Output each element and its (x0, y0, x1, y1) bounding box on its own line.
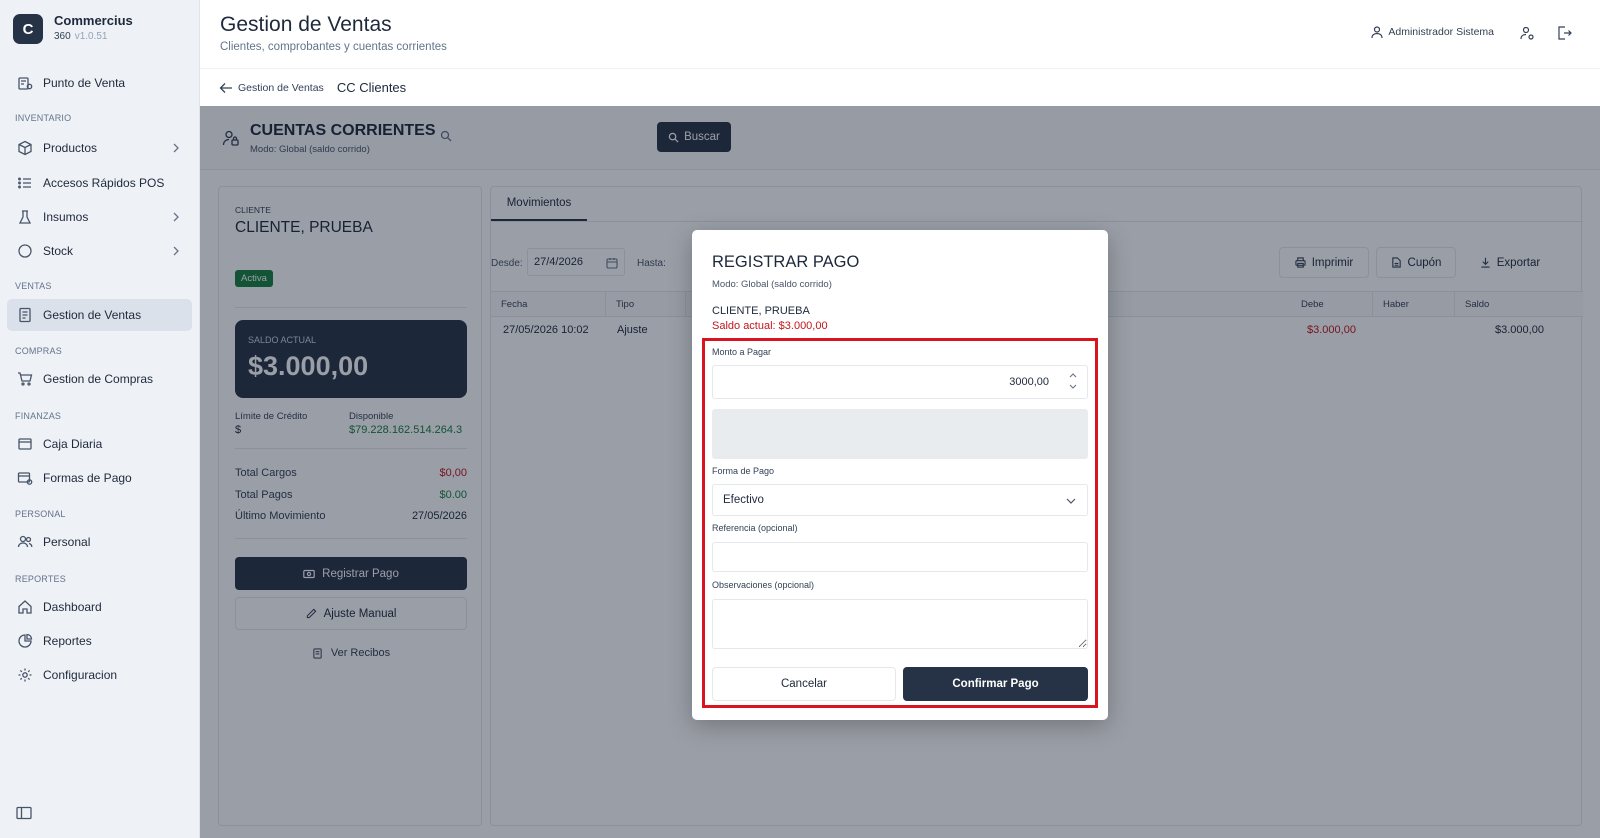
sidebar-item-label: Accesos Rápidos POS (43, 176, 165, 190)
sidebar-item-punto-de-venta[interactable]: Punto de Venta (7, 67, 192, 99)
page-header: Gestion de Ventas Clientes, comprobantes… (200, 0, 1600, 68)
info-placeholder (712, 409, 1088, 459)
sidebar-item-personal[interactable]: Personal (7, 526, 192, 558)
sidebar-item-label: Dashboard (43, 600, 102, 614)
sidebar-item-insumos[interactable]: Insumos (7, 201, 192, 233)
section-personal: PERSONAL (15, 509, 66, 519)
pos-icon (18, 77, 33, 90)
section-finanzas: FINANZAS (15, 411, 62, 421)
user-name: Administrador Sistema (1388, 26, 1494, 38)
amount-label: Monto a Pagar (712, 347, 772, 357)
sidebar-item-label: Personal (43, 535, 91, 549)
section-compras: COMPRAS (15, 346, 62, 356)
user-settings-icon[interactable] (1519, 25, 1535, 41)
receipt-icon (19, 307, 31, 323)
confirm-payment-button[interactable]: Confirmar Pago (903, 667, 1088, 701)
arrow-left-icon[interactable] (219, 81, 233, 95)
notes-label: Observaciones (opcional) (712, 580, 815, 590)
sidebar-item-label: Formas de Pago (43, 471, 132, 485)
sidebar: C Commercius 360 v1.0.51 Punto de Venta I… (0, 0, 200, 838)
user-icon (1371, 26, 1383, 39)
box-icon (18, 140, 32, 156)
sidebar-toggle-icon[interactable] (16, 806, 32, 820)
cash-register-icon (18, 438, 32, 450)
pie-chart-icon (18, 633, 33, 648)
register-payment-modal: REGISTRAR PAGO Modo: Global (saldo corri… (692, 230, 1108, 720)
sidebar-item-label: Configuracion (43, 668, 118, 682)
sidebar-item-gestion-compras[interactable]: Gestion de Compras (7, 363, 192, 395)
list-icon (18, 177, 31, 189)
sidebar-item-productos[interactable]: Productos (7, 132, 192, 164)
brand-name: Commercius (54, 13, 133, 28)
sidebar-item-accesos-rapidos[interactable]: Accesos Rápidos POS (7, 167, 192, 199)
sidebar-item-configuracion[interactable]: Configuracion (7, 659, 192, 691)
sidebar-item-caja-diaria[interactable]: Caja Diaria (7, 428, 192, 460)
circle-icon (18, 244, 32, 258)
users-icon (17, 535, 33, 548)
breadcrumb-parent[interactable]: Gestion de Ventas (238, 82, 324, 94)
brand-logo: C (13, 14, 43, 44)
sidebar-item-label: Reportes (43, 634, 92, 648)
sidebar-item-label: Caja Diaria (43, 437, 103, 451)
payment-method-label: Forma de Pago (712, 466, 775, 476)
sidebar-item-label: Stock (43, 244, 74, 258)
section-ventas: VENTAS (15, 281, 52, 291)
sidebar-item-formas-pago[interactable]: Formas de Pago (7, 462, 192, 494)
home-icon (18, 600, 32, 614)
payment-method-select[interactable]: Efectivo (712, 484, 1088, 516)
flask-icon (18, 210, 32, 224)
modal-saldo: Saldo actual: $3.000,00 (712, 320, 828, 332)
sidebar-item-label: Productos (43, 141, 98, 155)
sidebar-item-label: Punto de Venta (43, 76, 126, 90)
chevron-right-icon (173, 143, 179, 153)
chevron-right-icon (173, 246, 179, 256)
chevron-right-icon (173, 212, 179, 222)
sidebar-item-label: Insumos (43, 210, 89, 224)
breadcrumb-current: CC Clientes (336, 80, 407, 95)
section-reportes: REPORTES (15, 574, 66, 584)
sidebar-item-label: Gestion de Compras (43, 372, 154, 386)
amount-input[interactable] (712, 365, 1088, 399)
sidebar-item-stock[interactable]: Stock (7, 235, 192, 267)
modal-client-name: CLIENTE, PRUEBA (712, 305, 810, 317)
sidebar-item-label: Gestion de Ventas (43, 308, 142, 322)
page-title: Gestion de Ventas (220, 13, 392, 36)
card-gear-icon (17, 472, 33, 485)
gear-icon (18, 668, 32, 682)
page-subtitle: Clientes, comprobantes y cuentas corrien… (220, 41, 447, 53)
modal-mode: Modo: Global (saldo corrido) (712, 279, 832, 290)
brand-version: v1.0.51 (74, 31, 108, 42)
breadcrumb: Gestion de Ventas CC Clientes (200, 68, 1600, 106)
chevron-down-icon (1066, 498, 1076, 504)
modal-title: REGISTRAR PAGO (712, 253, 860, 271)
sidebar-item-reportes[interactable]: Reportes (7, 625, 192, 657)
reference-label: Referencia (opcional) (712, 523, 798, 533)
section-inventario: INVENTARIO (15, 113, 72, 123)
logout-icon[interactable] (1556, 25, 1572, 41)
cart-icon (18, 372, 33, 386)
brand-sub: 360 (54, 31, 71, 42)
chevron-up-icon[interactable] (1068, 371, 1078, 379)
chevron-down-icon[interactable] (1068, 383, 1078, 391)
brand[interactable]: C Commercius 360 v1.0.51 (13, 14, 133, 44)
sidebar-item-gestion-ventas[interactable]: Gestion de Ventas (7, 299, 192, 331)
reference-input[interactable] (712, 542, 1088, 572)
cancel-button[interactable]: Cancelar (712, 667, 896, 701)
sidebar-item-dashboard[interactable]: Dashboard (7, 591, 192, 623)
user-menu[interactable]: Administrador Sistema (1370, 25, 1494, 39)
payment-method-value: Efectivo (723, 494, 764, 506)
notes-textarea[interactable] (712, 599, 1088, 649)
